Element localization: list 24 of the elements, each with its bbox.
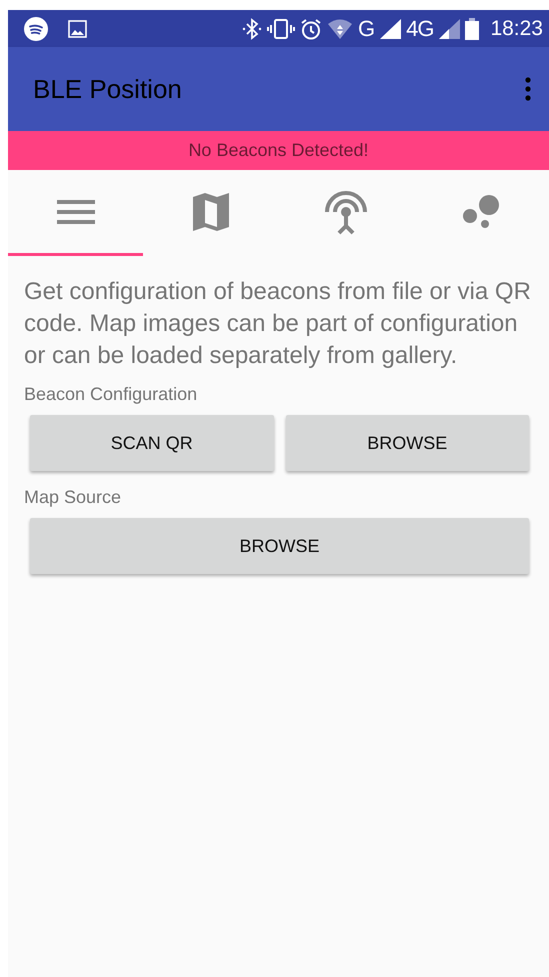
network-type-label: G: [358, 16, 374, 42]
signal-icon: [438, 18, 460, 40]
status-banner: No Beacons Detected!: [8, 131, 549, 170]
clock-time: 18:23: [490, 16, 543, 40]
action-button[interactable]: BROWSE: [30, 518, 529, 574]
vibrate-icon: [266, 18, 295, 40]
beacon-icon: [324, 188, 368, 234]
image-icon: [68, 20, 87, 38]
alarm-icon: [300, 18, 322, 40]
music-app-icon: [24, 16, 48, 40]
overflow-menu-button[interactable]: [525, 77, 531, 101]
bluetooth-icon: [242, 18, 262, 40]
signal-icon: [379, 18, 402, 40]
action-button[interactable]: BROWSE: [286, 415, 529, 471]
bubbles-icon: [463, 194, 500, 229]
network-type-label: 4G: [406, 16, 434, 42]
battery-icon: [465, 18, 480, 40]
app-title: BLE Position: [33, 74, 182, 104]
action-button[interactable]: SCAN QR: [30, 415, 274, 471]
map-icon: [192, 192, 230, 232]
description-text: Get configuration of beacons from file or via QR code. Map images can be part of configuration or can be loaded separately from gallery.: [24, 277, 532, 371]
wifi-icon: [326, 18, 353, 40]
section-label: Map Source: [24, 487, 122, 508]
section-label: Beacon Configuration: [24, 384, 198, 405]
